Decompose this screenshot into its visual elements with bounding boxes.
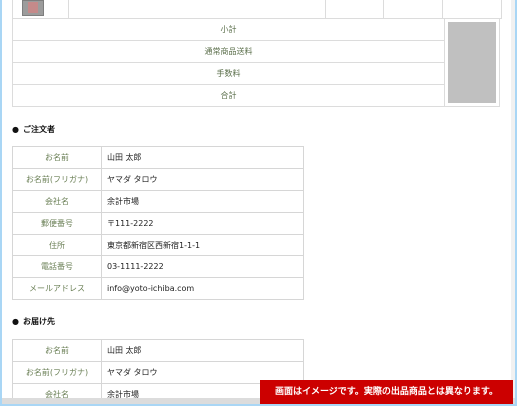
disclaimer-banner: 画面はイメージです。実際の出品商品とは異なります。: [260, 380, 513, 404]
item-qty-cell: [383, 0, 443, 19]
price-placeholder: [448, 22, 496, 103]
summary-label: 通常商品送料: [12, 40, 445, 63]
orderer-table: お名前 山田 太郎 お名前(フリガナ) ヤマダ タロウ 会社名 余計市場 郵便番…: [12, 146, 304, 301]
summary-row: 小計: [12, 18, 500, 107]
orderer-title: ご注文者: [22, 125, 55, 134]
summary-price-cell: [444, 18, 500, 107]
bullet-icon: ●: [12, 125, 19, 134]
field-label: 郵便番号: [12, 211, 102, 235]
bullet-icon: ●: [12, 317, 19, 326]
order-confirmation-page: 小計 通常商品送料 手数料 合計 ● ご注文者 お名前 山田 太郎 お名前(フリガ…: [2, 0, 515, 404]
field-value: 03-1111-2222: [101, 255, 304, 279]
field-label: 電話番号: [12, 255, 102, 279]
item-thumbnail: [22, 0, 44, 16]
table-row: お名前 山田 太郎: [12, 339, 304, 362]
summary-label: 小計: [12, 18, 445, 41]
field-label: お名前: [12, 339, 102, 362]
field-label: 会社名: [12, 189, 102, 213]
delivery-title: お届け先: [22, 317, 55, 326]
delivery-heading: ● お届け先: [12, 316, 55, 327]
field-value: ヤマダ タロウ: [101, 167, 304, 191]
table-row: お名前 山田 太郎: [12, 146, 304, 169]
field-value: 〒111-2222: [101, 211, 304, 235]
item-subtotal-cell: [442, 0, 502, 19]
order-summary-table: 小計 通常商品送料 手数料 合計: [12, 18, 500, 107]
table-row: 電話番号 03-1111-2222: [12, 255, 304, 279]
table-row: 郵便番号 〒111-2222: [12, 211, 304, 235]
summary-label: 手数料: [12, 62, 445, 85]
field-label: お名前(フリガナ): [12, 360, 102, 384]
table-row: 住所 東京都新宿区西新宿1-1-1: [12, 233, 304, 257]
item-price-cell: [325, 0, 384, 19]
field-label: お名前(フリガナ): [12, 167, 102, 191]
table-row: メールアドレス info@yoto-ichiba.com: [12, 277, 304, 301]
table-row: 会社名 余計市場: [12, 189, 304, 213]
orderer-heading: ● ご注文者: [12, 124, 55, 135]
summary-row: 合計: [12, 84, 500, 107]
item-image-cell: [12, 0, 69, 19]
field-label: 住所: [12, 233, 102, 257]
summary-row: 手数料: [12, 62, 500, 85]
summary-label: 合計: [12, 84, 445, 107]
item-name-cell: [68, 0, 326, 19]
field-value: info@yoto-ichiba.com: [101, 277, 304, 301]
field-value: 山田 太郎: [101, 146, 304, 169]
vertical-scrollbar[interactable]: [511, 0, 515, 404]
table-row: お名前(フリガナ) ヤマダ タロウ: [12, 167, 304, 191]
item-row: [12, 0, 502, 19]
summary-row: 通常商品送料: [12, 40, 500, 63]
field-value: 東京都新宿区西新宿1-1-1: [101, 233, 304, 257]
field-label: メールアドレス: [12, 277, 102, 301]
field-value: 余計市場: [101, 189, 304, 213]
field-value: 山田 太郎: [101, 339, 304, 362]
field-label: お名前: [12, 146, 102, 169]
